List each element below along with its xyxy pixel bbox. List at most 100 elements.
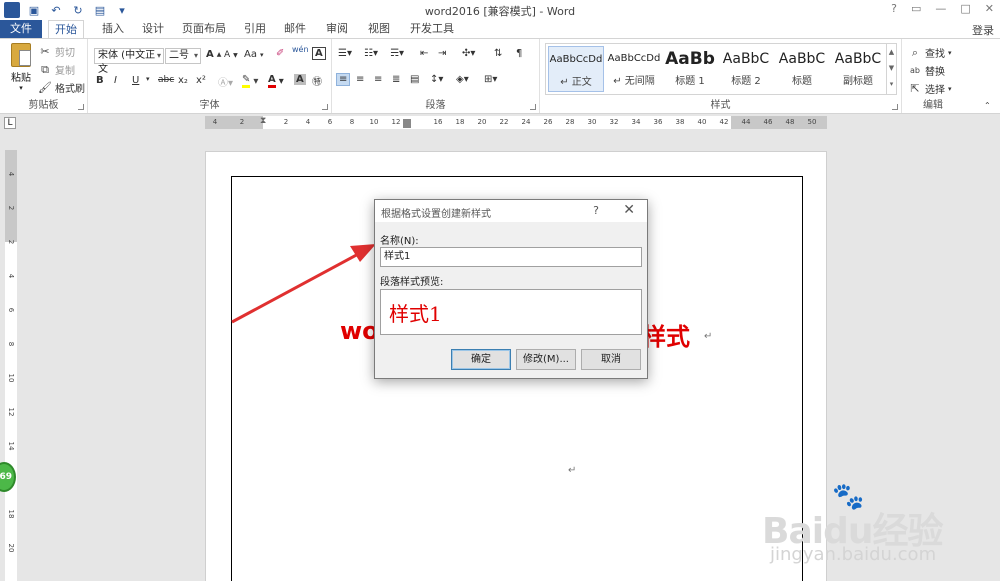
horizontal-ruler[interactable]: 4 2 2 4 6 8 10 12 16 18 20 22 24 26 28 30 32 34 36 38 40 42 44… xyxy=(205,116,827,129)
ruler-number: 50 xyxy=(807,118,817,126)
find-button[interactable]: ⌕ 查找 ▾ xyxy=(908,45,952,61)
ruler-number: 42 xyxy=(719,118,729,126)
styles-launcher-icon[interactable] xyxy=(892,104,898,110)
tab-selector[interactable]: L xyxy=(4,117,16,129)
indent-marker-icon[interactable]: ⧗ xyxy=(260,116,266,126)
clear-format-icon[interactable]: ✐ xyxy=(276,48,284,59)
font-color-icon[interactable]: A ▾ xyxy=(268,74,284,88)
style-normal[interactable]: AaBbCcDd ↵ 正文 xyxy=(548,46,604,92)
line-spacing-icon[interactable]: ↕▾ xyxy=(430,74,443,85)
clipboard-group-label: 剪贴板 xyxy=(28,100,59,111)
style-heading-1[interactable]: AaBb 标题 1 xyxy=(662,46,718,92)
tab-file[interactable]: 文件 xyxy=(0,20,42,38)
justify-icon[interactable]: ≣ xyxy=(392,74,400,85)
replace-button[interactable]: ab 替换 xyxy=(908,63,945,78)
align-center-icon[interactable]: ≡ xyxy=(356,74,364,85)
clipboard-group: 粘贴 ▾ ✂ 剪切 ⧉ 复制 🖌 格式刷 剪贴板 xyxy=(0,39,88,113)
grow-font-label: A xyxy=(206,49,214,60)
right-indent-icon[interactable] xyxy=(403,119,411,128)
borders-icon[interactable]: ⊞▾ xyxy=(484,74,497,85)
format-painter-button[interactable]: 🖌 格式刷 xyxy=(38,80,85,95)
tab-design[interactable]: 设计 xyxy=(136,20,170,38)
char-border-icon[interactable]: A xyxy=(312,47,326,60)
cut-button[interactable]: ✂ 剪切 xyxy=(38,44,75,59)
sort-icon[interactable]: ⇅ xyxy=(494,48,502,59)
font-name-select[interactable]: 宋体 (中文正文 ▾ xyxy=(94,48,164,75)
distributed-icon[interactable]: ▤ xyxy=(410,74,419,85)
shading-icon[interactable]: ◈▾ xyxy=(456,74,469,85)
tab-view[interactable]: 视图 xyxy=(362,20,396,38)
font-launcher-icon[interactable] xyxy=(322,104,328,110)
style-name: ↵ 无间隔 xyxy=(613,76,655,87)
cancel-button[interactable]: 取消 xyxy=(581,349,641,370)
maximize-icon[interactable]: □ xyxy=(960,2,970,15)
paste-button[interactable]: 粘贴 ▾ xyxy=(6,43,36,93)
ok-button[interactable]: 确定 xyxy=(451,349,511,370)
subscript-button[interactable]: x₂ xyxy=(178,75,188,86)
enclose-char-icon[interactable]: ㊕ xyxy=(312,73,322,88)
chevron-down-icon[interactable]: ▼ xyxy=(887,60,896,76)
chevron-up-icon[interactable]: ▲ xyxy=(887,44,896,60)
paragraph-launcher-icon[interactable] xyxy=(530,104,536,110)
italic-button[interactable]: I xyxy=(114,75,117,86)
close-icon[interactable]: ✕ xyxy=(985,2,994,15)
strikethrough-button[interactable]: abc xyxy=(158,75,174,85)
style-subtitle[interactable]: AaBbC 副标题 xyxy=(830,46,886,92)
decrease-indent-icon[interactable]: ⇤ xyxy=(420,48,428,59)
vertical-ruler[interactable]: 422468101214161820 xyxy=(5,150,17,581)
bold-button[interactable]: B xyxy=(96,75,104,86)
align-left-icon[interactable]: ≡ xyxy=(336,73,351,86)
ruler-number: 6 xyxy=(7,307,15,313)
ruler-number: 4 xyxy=(7,273,15,279)
tab-references[interactable]: 引用 xyxy=(238,20,272,38)
superscript-button[interactable]: x² xyxy=(196,75,206,86)
ribbon-display-icon[interactable]: ▭ xyxy=(911,2,921,15)
highlight-color-icon[interactable]: ✎ ▾ xyxy=(242,74,258,88)
phonetic-guide-button[interactable]: wén xyxy=(292,45,309,54)
change-case-button[interactable]: Aa ▾ xyxy=(244,49,263,60)
chevron-down-icon[interactable]: ▾ xyxy=(146,75,150,83)
tab-review[interactable]: 审阅 xyxy=(320,20,354,38)
chevron-down-icon: ▾ xyxy=(156,51,161,60)
help-button[interactable]: ? xyxy=(891,2,897,15)
dialog-help-button[interactable]: ? xyxy=(593,204,599,217)
grow-font-button[interactable]: A ▲ xyxy=(206,49,221,60)
text-effects-icon[interactable]: Ⓐ▾ xyxy=(218,74,233,89)
style-sample: AaBbCcDd xyxy=(549,54,603,65)
paste-icon xyxy=(11,43,31,67)
chinese-layout-icon[interactable]: ✣▾ xyxy=(462,48,475,59)
minimize-icon[interactable]: — xyxy=(935,2,946,15)
clipboard-launcher-icon[interactable] xyxy=(78,104,84,110)
increase-indent-icon[interactable]: ⇥ xyxy=(438,48,446,59)
editing-group: ⌕ 查找 ▾ ab 替换 ⇱ 选择 ▾ 编辑 xyxy=(902,39,964,113)
ruler-number: 46 xyxy=(763,118,773,126)
collapse-ribbon-icon[interactable]: ⌃ xyxy=(984,101,991,110)
show-marks-icon[interactable]: ¶ xyxy=(516,48,522,59)
style-name-input[interactable]: 样式1 xyxy=(380,247,642,267)
close-icon[interactable]: ✕ xyxy=(623,202,635,218)
bullets-icon[interactable]: ☰▾ xyxy=(338,48,352,59)
tab-home[interactable]: 开始 xyxy=(48,20,84,38)
char-shading-icon[interactable]: A xyxy=(294,74,306,85)
style-no-spacing[interactable]: AaBbCcDd ↵ 无间隔 xyxy=(606,46,662,92)
ruler-row: L 4 2 2 4 6 8 10 12 16 18 20 22 24 26 28 30 32 34 36 38 40 42… xyxy=(0,114,1000,132)
copy-button[interactable]: ⧉ 复制 xyxy=(38,62,75,78)
style-heading-2[interactable]: AaBbC 标题 2 xyxy=(718,46,774,92)
signin-link[interactable]: 登录 xyxy=(972,22,994,38)
tab-page-layout[interactable]: 页面布局 xyxy=(176,20,232,38)
numbering-icon[interactable]: ☷▾ xyxy=(364,48,378,59)
modify-button[interactable]: 修改(M)... xyxy=(516,349,576,370)
multilevel-list-icon[interactable]: ☴▾ xyxy=(390,48,404,59)
font-size-select[interactable]: 二号 ▾ xyxy=(165,48,201,64)
tab-developer[interactable]: 开发工具 xyxy=(404,20,460,38)
styles-scroll[interactable]: ▲ ▼ ▾ xyxy=(886,44,896,94)
align-right-icon[interactable]: ≡ xyxy=(374,74,382,85)
tab-insert[interactable]: 插入 xyxy=(96,20,130,38)
ruler-top-margin xyxy=(5,150,17,242)
shrink-font-button[interactable]: A ▼ xyxy=(224,50,238,60)
select-button[interactable]: ⇱ 选择 ▾ xyxy=(908,81,951,96)
underline-button[interactable]: U xyxy=(132,75,139,86)
more-icon[interactable]: ▾ xyxy=(887,76,896,92)
tab-mailings[interactable]: 邮件 xyxy=(278,20,312,38)
style-title[interactable]: AaBbC 标题 xyxy=(774,46,830,92)
